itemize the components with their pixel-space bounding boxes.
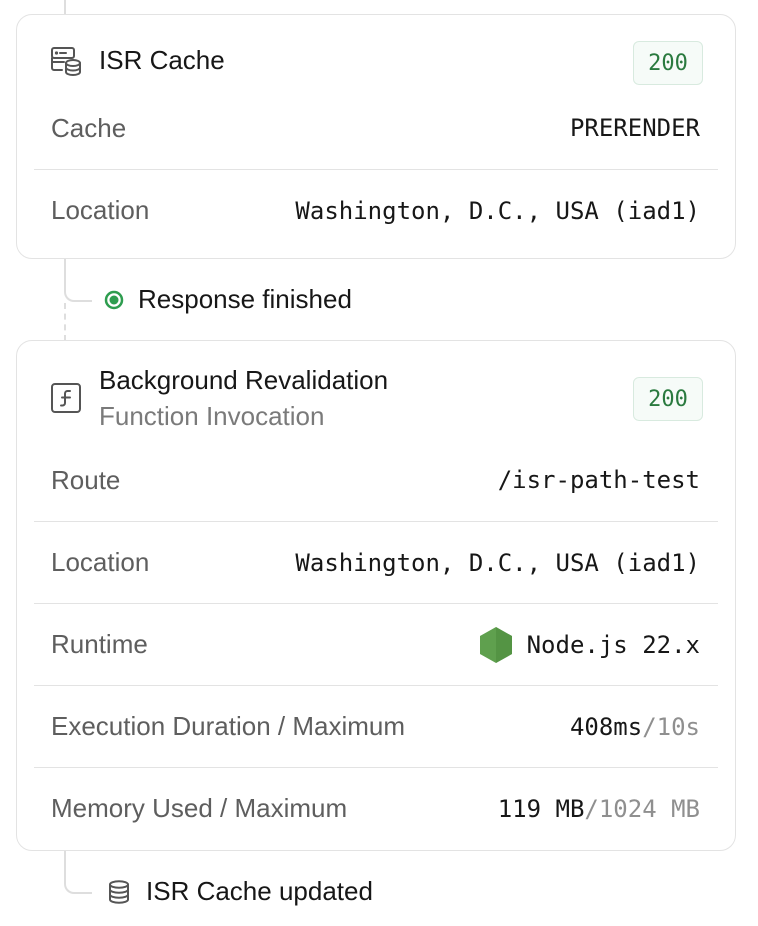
cache-row: Cache PRERENDER	[34, 87, 718, 169]
isr-cache-updated-event: ISR Cache updated	[108, 876, 373, 907]
location-row: Location Washington, D.C., USA (iad1)	[34, 521, 718, 603]
row-label: Runtime	[51, 629, 148, 659]
row-label: Memory Used / Maximum	[51, 793, 348, 823]
card-title: Background Revalidation	[99, 365, 389, 395]
row-label: Location	[51, 547, 150, 577]
route-value: /isr-path-test	[497, 466, 700, 494]
status-dot-icon	[104, 290, 124, 310]
memory-max: /1024 MB	[584, 794, 700, 823]
runtime-row: Runtime Node.js 22.x	[34, 603, 718, 685]
server-database-icon	[49, 45, 83, 79]
row-value: PRERENDER	[569, 114, 700, 142]
memory-used: 119 MB	[497, 794, 585, 823]
runtime-text: Node.js 22.x	[526, 630, 700, 659]
nodejs-icon	[479, 626, 513, 664]
location-row: Location Washington, D.C., USA (iad1)	[34, 169, 718, 251]
timeline-connector-elbow-2	[64, 851, 92, 894]
duration-value: 408ms/10s	[570, 713, 700, 741]
card-subtitle: Function Invocation	[99, 401, 325, 431]
status-badge: 200	[633, 41, 703, 85]
row-label: Location	[51, 195, 150, 225]
database-icon	[108, 879, 130, 904]
route-row: Route /isr-path-test	[34, 439, 718, 521]
background-revalidation-card[interactable]: Background Revalidation Function Invocat…	[16, 340, 736, 851]
event-label: Response finished	[138, 284, 352, 314]
duration-used: 408ms	[569, 712, 643, 741]
event-label: ISR Cache updated	[146, 876, 373, 906]
timeline-connector-elbow-1	[64, 259, 92, 302]
response-finished-event: Response finished	[104, 284, 352, 315]
memory-row: Memory Used / Maximum 119 MB/1024 MB	[34, 767, 718, 849]
runtime-value: Node.js 22.x	[479, 626, 700, 664]
location-value: Washington, D.C., USA (iad1)	[295, 548, 700, 577]
isr-cache-card[interactable]: ISR Cache 200 Cache PRERENDER Location W…	[16, 14, 736, 259]
row-label: Route	[51, 464, 121, 495]
duration-row: Execution Duration / Maximum 408ms/10s	[34, 685, 718, 767]
row-label: Execution Duration / Maximum	[51, 711, 406, 741]
duration-max: /10s	[642, 712, 700, 741]
row-label: Cache	[51, 112, 127, 143]
card-title: ISR Cache	[99, 45, 225, 75]
timeline-connector-dashed	[64, 303, 66, 341]
row-value: Washington, D.C., USA (iad1)	[295, 196, 700, 225]
status-badge: 200	[633, 377, 703, 421]
memory-value: 119 MB/1024 MB	[498, 795, 700, 823]
function-icon	[49, 381, 83, 415]
